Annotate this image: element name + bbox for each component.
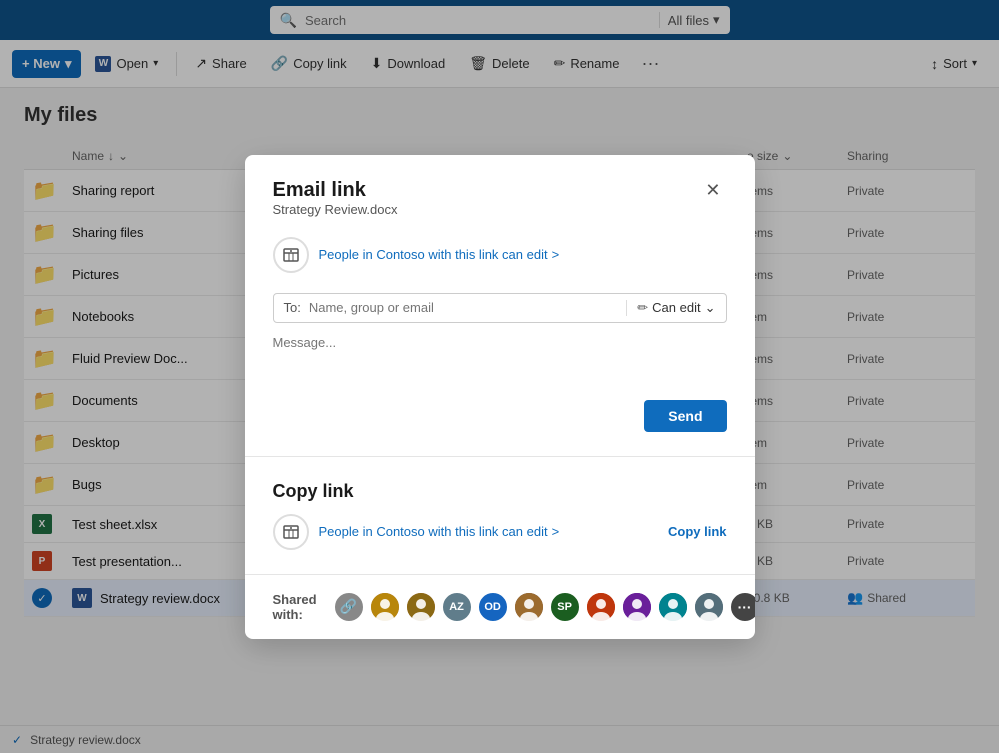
message-input[interactable]: [273, 335, 727, 383]
modal-header: Email link Strategy Review.docx ✕: [273, 179, 727, 233]
avatar-user2[interactable]: [405, 591, 437, 623]
copy-link-permission-text[interactable]: People in Contoso with this link can edi…: [319, 524, 560, 539]
avatar-more[interactable]: ···: [729, 591, 755, 623]
avatar-az[interactable]: AZ: [441, 591, 473, 623]
modal-overlay[interactable]: Email link Strategy Review.docx ✕ People…: [0, 0, 999, 753]
avatar-photo: [659, 593, 687, 621]
avatar-user1[interactable]: [369, 591, 401, 623]
building-icon: [281, 245, 301, 265]
email-link-info[interactable]: People in Contoso with this link can edi…: [273, 237, 727, 273]
copy-link-action-button[interactable]: Copy link: [668, 524, 727, 539]
copy-link-row: People in Contoso with this link can edi…: [273, 514, 727, 550]
can-edit-label: Can edit: [652, 300, 700, 315]
avatar-photo: [623, 593, 651, 621]
avatar-photo: [587, 593, 615, 621]
close-button[interactable]: ✕: [699, 179, 726, 201]
email-link-title: Email link: [273, 179, 398, 202]
email-link-title-group: Email link Strategy Review.docx: [273, 179, 398, 233]
shared-with-row: Shared with: 🔗 A: [273, 591, 727, 623]
copy-link-permission-icon: [273, 514, 309, 550]
copy-link-title: Copy link: [273, 481, 727, 502]
avatar-photo: [371, 593, 399, 621]
to-field-row[interactable]: To: ✏ Can edit ⌄: [273, 293, 727, 323]
avatar-od[interactable]: OD: [477, 591, 509, 623]
can-edit-dropdown-icon: ⌄: [705, 300, 716, 316]
avatar-photo: [515, 593, 543, 621]
share-modal: Email link Strategy Review.docx ✕ People…: [245, 155, 755, 639]
send-button[interactable]: Send: [644, 400, 726, 432]
avatar-user3[interactable]: [513, 591, 545, 623]
building-icon-2: [281, 522, 301, 542]
avatar-photo: [407, 593, 435, 621]
can-edit-button[interactable]: ✏ Can edit ⌄: [626, 300, 715, 316]
avatar-link[interactable]: 🔗: [333, 591, 365, 623]
avatar-sp[interactable]: SP: [549, 591, 581, 623]
link-permission-icon: [273, 237, 309, 273]
email-link-permission-text[interactable]: People in Contoso with this link can edi…: [319, 247, 560, 262]
avatar-user5[interactable]: [621, 591, 653, 623]
send-row: Send: [273, 400, 727, 432]
shared-with-label: Shared with:: [273, 592, 317, 622]
email-link-section: Email link Strategy Review.docx ✕ People…: [245, 155, 755, 457]
email-link-subtitle: Strategy Review.docx: [273, 202, 398, 217]
to-label: To:: [284, 300, 301, 315]
avatar-user6[interactable]: [657, 591, 689, 623]
shared-with-section: Shared with: 🔗 A: [245, 575, 755, 639]
to-input[interactable]: [309, 300, 618, 315]
avatar-user7[interactable]: [693, 591, 725, 623]
copy-link-info[interactable]: People in Contoso with this link can edi…: [273, 514, 560, 550]
avatar-photo: [695, 593, 723, 621]
copy-link-section: Copy link People in Contoso with this li…: [245, 457, 755, 575]
avatar-user4[interactable]: [585, 591, 617, 623]
pencil-icon: ✏: [637, 300, 648, 316]
